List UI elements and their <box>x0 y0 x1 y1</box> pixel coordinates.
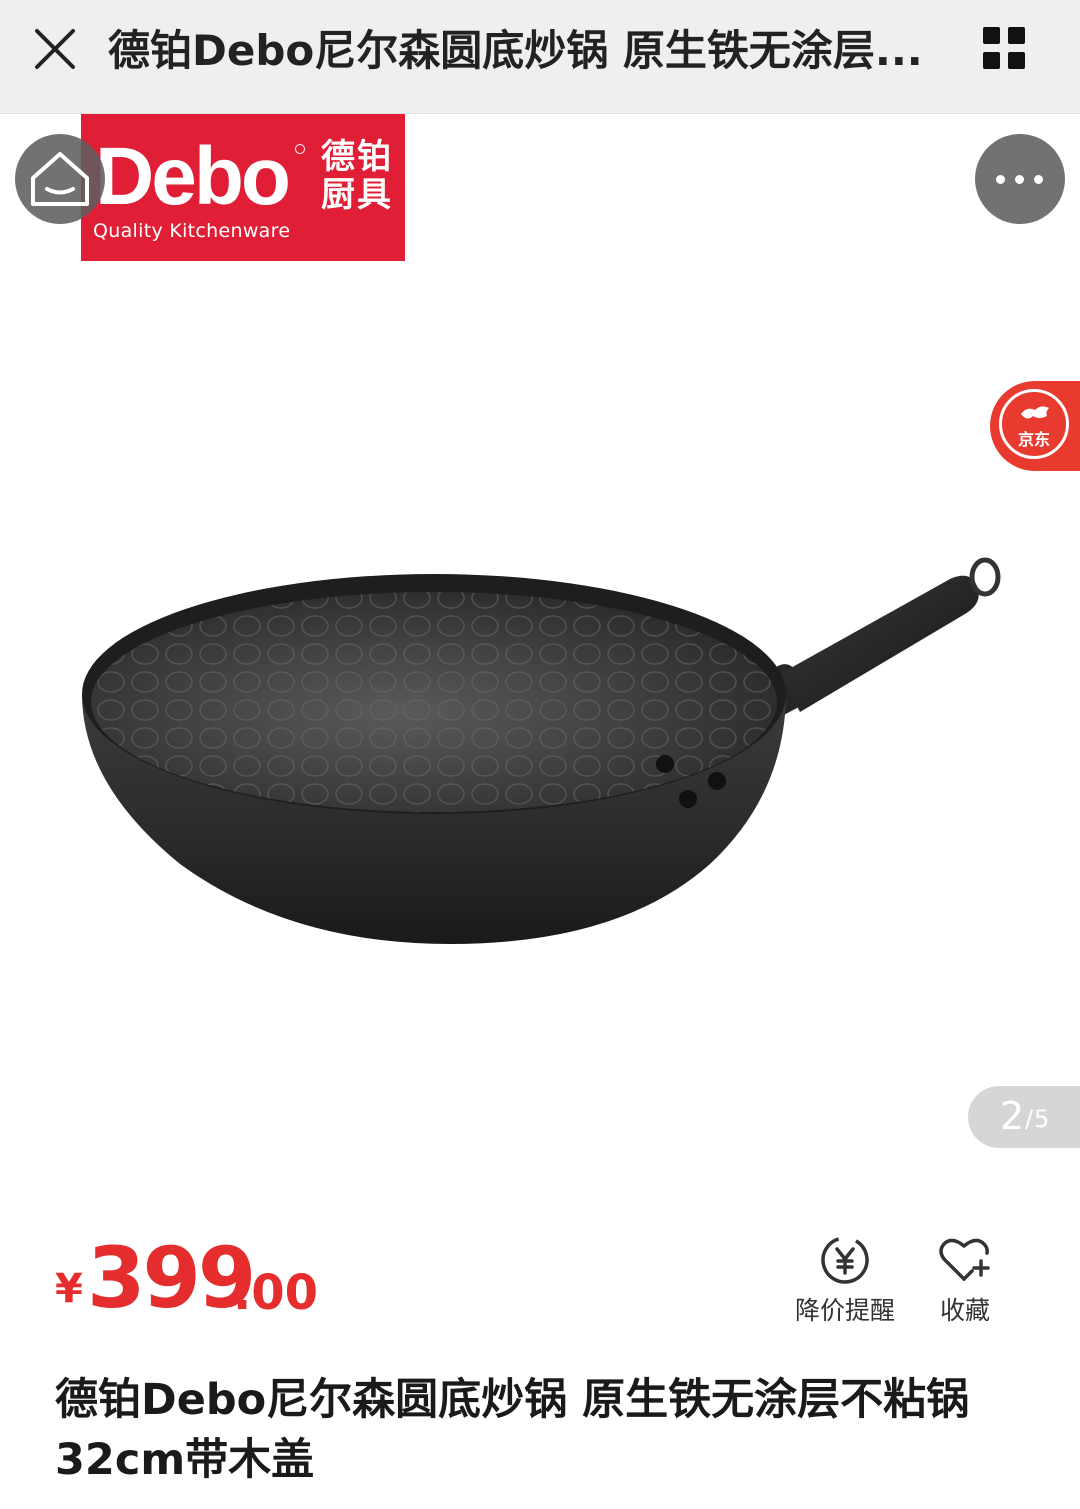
close-icon[interactable] <box>28 22 82 76</box>
yen-alert-icon <box>821 1236 869 1284</box>
logo-brand-cn: 德铂厨具 <box>321 137 393 215</box>
more-dot-icon <box>996 175 1005 184</box>
logo-brand-text: Debo <box>95 131 291 222</box>
home-icon <box>31 152 89 206</box>
more-dot-icon <box>1034 175 1043 184</box>
price-integer: 399 <box>87 1229 256 1327</box>
price-alert-button[interactable]: 降价提醒 <box>785 1233 905 1325</box>
logo-tagline: Quality Kitchenware <box>93 220 291 242</box>
price-alert-label: 降价提醒 <box>794 1296 895 1325</box>
registered-mark-icon <box>295 144 305 154</box>
more-options-button[interactable] <box>975 134 1065 224</box>
image-counter: 2 / 5 <box>968 1086 1080 1148</box>
favorite-button[interactable]: 收藏 <box>920 1233 1010 1325</box>
price-decimal: .00 <box>233 1265 319 1321</box>
debo-brand-logo: Debo 德铂厨具 Quality Kitchenware <box>81 114 405 261</box>
image-counter-current: 2 <box>1000 1094 1025 1138</box>
page-title: 德铂Debo尼尔森圆底炒锅 原生铁无涂层... <box>108 26 923 75</box>
more-dot-icon <box>1015 175 1024 184</box>
product-name: 德铂Debo尼尔森圆底炒锅 原生铁无涂层不粘锅32cm带木盖 <box>55 1375 970 1485</box>
product-image-gallery[interactable]: Debo 德铂厨具 Quality Kitchenware 京东 2 / 5 <box>0 114 1080 1194</box>
favorite-label: 收藏 <box>939 1296 990 1325</box>
price-currency: ¥ <box>55 1266 83 1312</box>
home-button[interactable] <box>15 134 105 224</box>
jd-label: 京东 <box>1017 430 1050 449</box>
heart-plus-icon <box>939 1238 990 1281</box>
image-counter-total: 5 <box>1034 1105 1050 1133</box>
wok-product-image <box>82 557 1001 944</box>
grid-menu-icon[interactable] <box>983 27 1027 71</box>
jd-dog-icon <box>1021 406 1049 419</box>
top-navigation-bar: 德铂Debo尼尔森圆底炒锅 原生铁无涂层... <box>0 0 1080 114</box>
image-counter-separator: / <box>1025 1105 1034 1133</box>
